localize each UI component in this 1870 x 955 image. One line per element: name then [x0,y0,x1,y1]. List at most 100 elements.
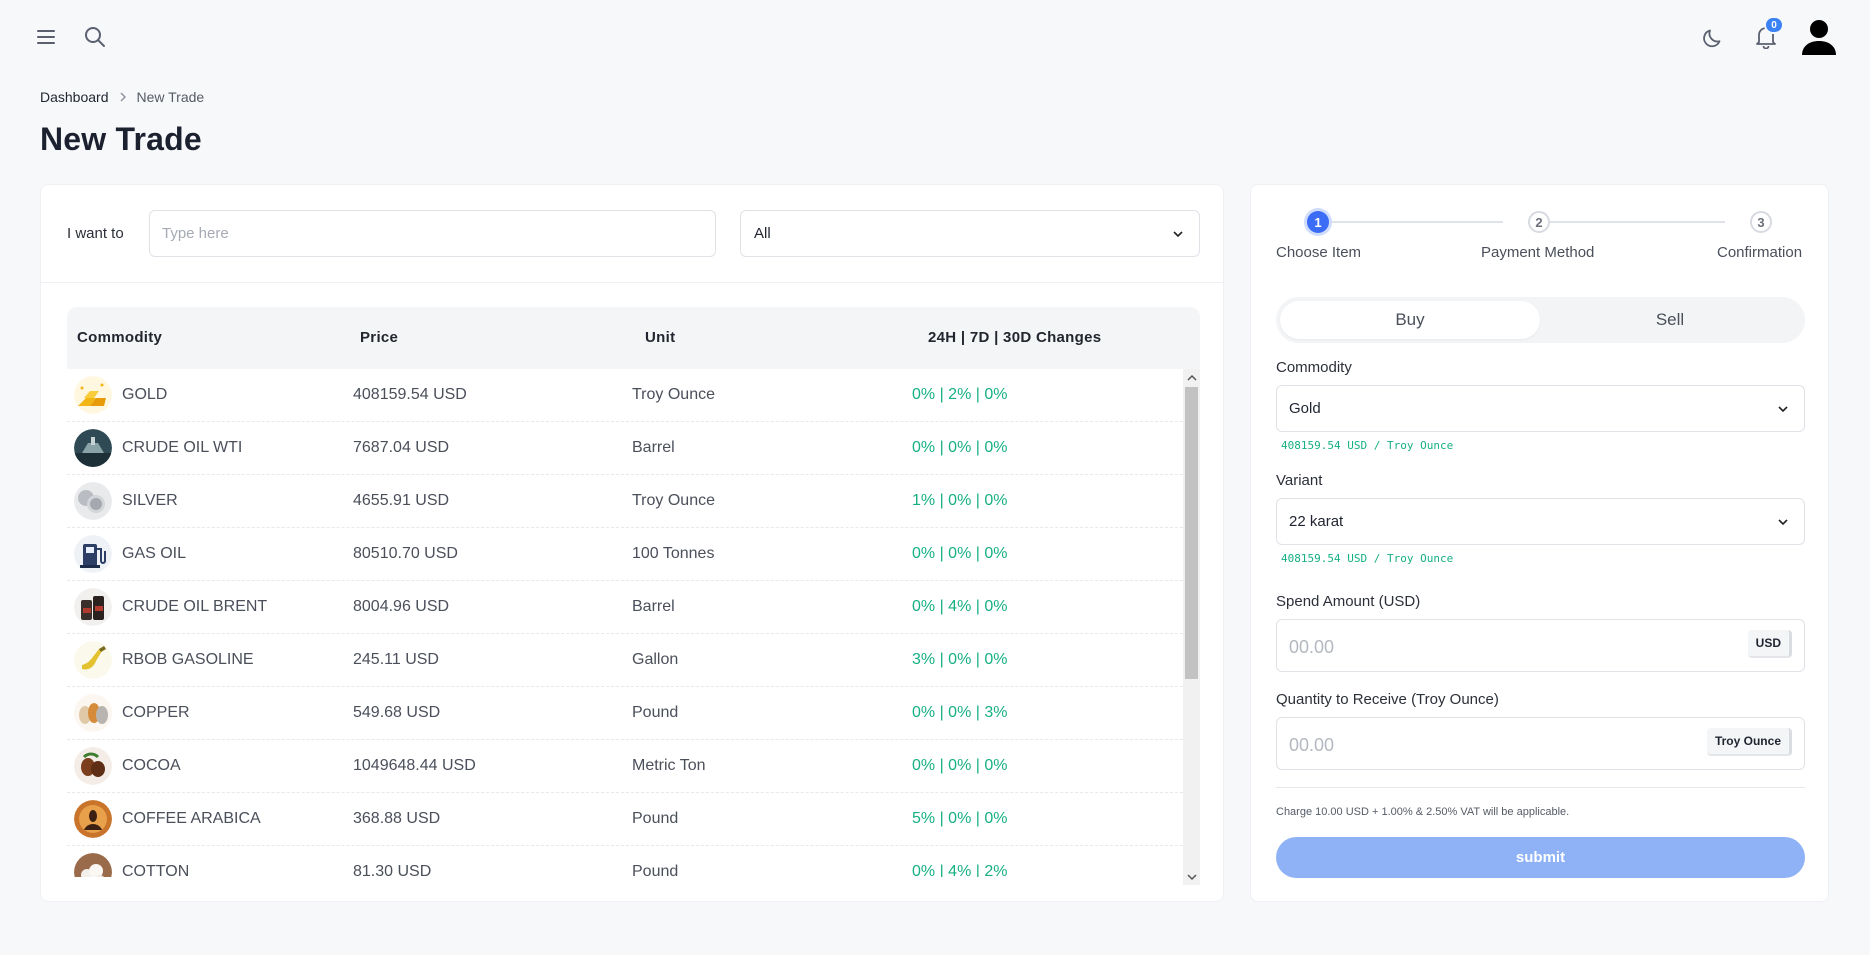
commodity-field-label: Commodity [1276,359,1352,376]
column-header-price: Price [360,329,399,346]
commodity-list-card: I want to All Commodity Price Unit 24H |… [40,184,1224,902]
commodity-changes: 5% | 0% | 0% [912,810,1008,827]
column-header-changes: 24H | 7D | 30D Changes [928,329,1102,346]
variant-field-label: Variant [1276,472,1323,489]
commodity-unit: Barrel [632,439,675,456]
oil-rig-icon [74,429,112,467]
commodity-changes: 0% | 0% | 0% [912,757,1008,774]
coffee-icon [74,800,112,838]
step-1-label: Choose Item [1276,244,1362,261]
commodity-unit: Troy Ounce [632,386,715,403]
category-select-value: All [754,225,771,242]
step-2-indicator: 2 [1528,211,1550,233]
table-scrollbar[interactable] [1183,369,1200,885]
commodity-price: 7687.04 USD [353,439,450,456]
commodity-name: COCOA [122,757,181,774]
commodity-table: Commodity Price Unit 24H | 7D | 30D Chan… [67,307,1200,885]
commodity-name: GAS OIL [122,545,187,562]
filter-row: I want to All [41,185,1223,283]
chevron-down-icon [1171,227,1185,245]
table-body: GOLD 408159.54 USD Troy Ounce 0% | 2% | … [67,369,1183,877]
commodity-name: COFFEE ARABICA [122,810,261,827]
hamburger-menu-icon[interactable] [34,24,60,50]
commodity-price: 549.68 USD [353,704,441,721]
commodity-select-value: Gold [1289,400,1321,417]
breadcrumb: Dashboard New Trade [40,89,204,105]
table-row[interactable]: CRUDE OIL BRENT 8004.96 USD Barrel 0% | … [67,581,1183,634]
step-2-label: Payment Method [1481,244,1595,261]
quantity-label: Quantity to Receive (Troy Ounce) [1276,691,1499,708]
commodity-name: CRUDE OIL BRENT [122,598,268,615]
spend-amount-label: Spend Amount (USD) [1276,593,1421,610]
table-row[interactable]: COCOA 1049648.44 USD Metric Ton 0% | 0% … [67,740,1183,793]
cocoa-beans-icon [74,747,112,785]
sell-tab[interactable]: Sell [1540,301,1800,339]
breadcrumb-home-link[interactable]: Dashboard [40,89,109,105]
page-title: New Trade [40,121,202,157]
commodity-changes: 3% | 0% | 0% [912,651,1008,668]
table-row[interactable]: COTTON 81.30 USD Pound 0% | 4% | 2% [67,846,1183,877]
spend-amount-input[interactable] [1289,634,1669,660]
commodity-unit: Pound [632,863,679,877]
table-row[interactable]: CRUDE OIL WTI 7687.04 USD Barrel 0% | 0%… [67,422,1183,475]
step-3-indicator: 3 [1750,211,1772,233]
buy-tab[interactable]: Buy [1280,301,1540,339]
i-want-to-label: I want to [67,225,124,242]
commodity-unit: Pound [632,810,679,827]
commodity-changes: 0% | 0% | 0% [912,439,1008,456]
stepper-connector [1541,221,1725,223]
commodity-unit: Pound [632,704,679,721]
oil-barrels-icon [74,588,112,626]
table-row[interactable]: SILVER 4655.91 USD Troy Ounce 1% | 0% | … [67,475,1183,528]
buy-sell-toggle: Buy Sell [1276,297,1805,343]
category-select[interactable]: All [740,210,1200,257]
gas-pump-icon [74,535,112,573]
commodity-changes: 0% | 0% | 3% [912,704,1008,721]
submit-button[interactable]: submit [1276,837,1805,878]
commodity-search-input[interactable] [149,210,716,257]
commodity-changes: 0% | 2% | 0% [912,386,1008,403]
quantity-input[interactable] [1289,732,1669,758]
user-avatar-icon[interactable] [1800,18,1838,56]
commodity-changes: 0% | 4% | 2% [912,863,1008,877]
table-row[interactable]: COPPER 549.68 USD Pound 0% | 0% | 3% [67,687,1183,740]
commodity-price: 81.30 USD [353,863,432,877]
chevron-down-icon [1776,402,1790,420]
commodity-name: CRUDE OIL WTI [122,439,243,456]
charge-note: Charge 10.00 USD + 1.00% & 2.50% VAT wil… [1276,806,1570,818]
scroll-down-arrow-icon[interactable] [1186,871,1197,882]
table-row[interactable]: GAS OIL 80510.70 USD 100 Tonnes 0% | 0% … [67,528,1183,581]
spend-currency-tag: USD [1747,630,1792,658]
variant-select-value: 22 karat [1289,513,1344,530]
table-row[interactable]: COFFEE ARABICA 368.88 USD Pound 5% | 0% … [67,793,1183,846]
commodity-unit: Barrel [632,598,675,615]
commodity-unit: Troy Ounce [632,492,715,509]
silver-coins-icon [74,482,112,520]
scrollbar-thumb[interactable] [1185,387,1198,679]
commodity-name: SILVER [122,492,178,509]
commodity-name: COTTON [122,863,190,877]
trade-form-card: 1 2 3 Choose Item Payment Method Confirm… [1250,184,1829,902]
variant-select[interactable]: 22 karat [1276,498,1805,545]
table-row[interactable]: GOLD 408159.54 USD Troy Ounce 0% | 2% | … [67,369,1183,422]
commodity-select[interactable]: Gold [1276,385,1805,432]
column-header-commodity: Commodity [77,329,163,346]
commodity-changes: 1% | 0% | 0% [912,492,1008,509]
table-header: Commodity Price Unit 24H | 7D | 30D Chan… [67,307,1200,369]
scroll-up-arrow-icon[interactable] [1186,372,1197,383]
cotton-icon [74,853,112,877]
table-row[interactable]: RBOB GASOLINE 245.11 USD Gallon 3% | 0% … [67,634,1183,687]
step-3-label: Confirmation [1717,244,1803,261]
commodity-unit: Metric Ton [632,757,706,774]
gold-bars-icon [74,376,112,414]
search-icon[interactable] [82,24,108,50]
commodity-changes: 0% | 4% | 0% [912,598,1008,615]
quantity-unit-tag: Troy Ounce [1706,728,1792,756]
moon-icon[interactable] [1700,24,1726,52]
step-1-indicator: 1 [1307,211,1329,233]
fuel-nozzle-icon [74,641,112,679]
spend-amount-field: USD [1276,619,1805,672]
variant-price-hint: 408159.54 USD / Troy Ounce [1281,552,1454,565]
chevron-down-icon [1776,515,1790,533]
commodity-price: 1049648.44 USD [353,757,476,774]
